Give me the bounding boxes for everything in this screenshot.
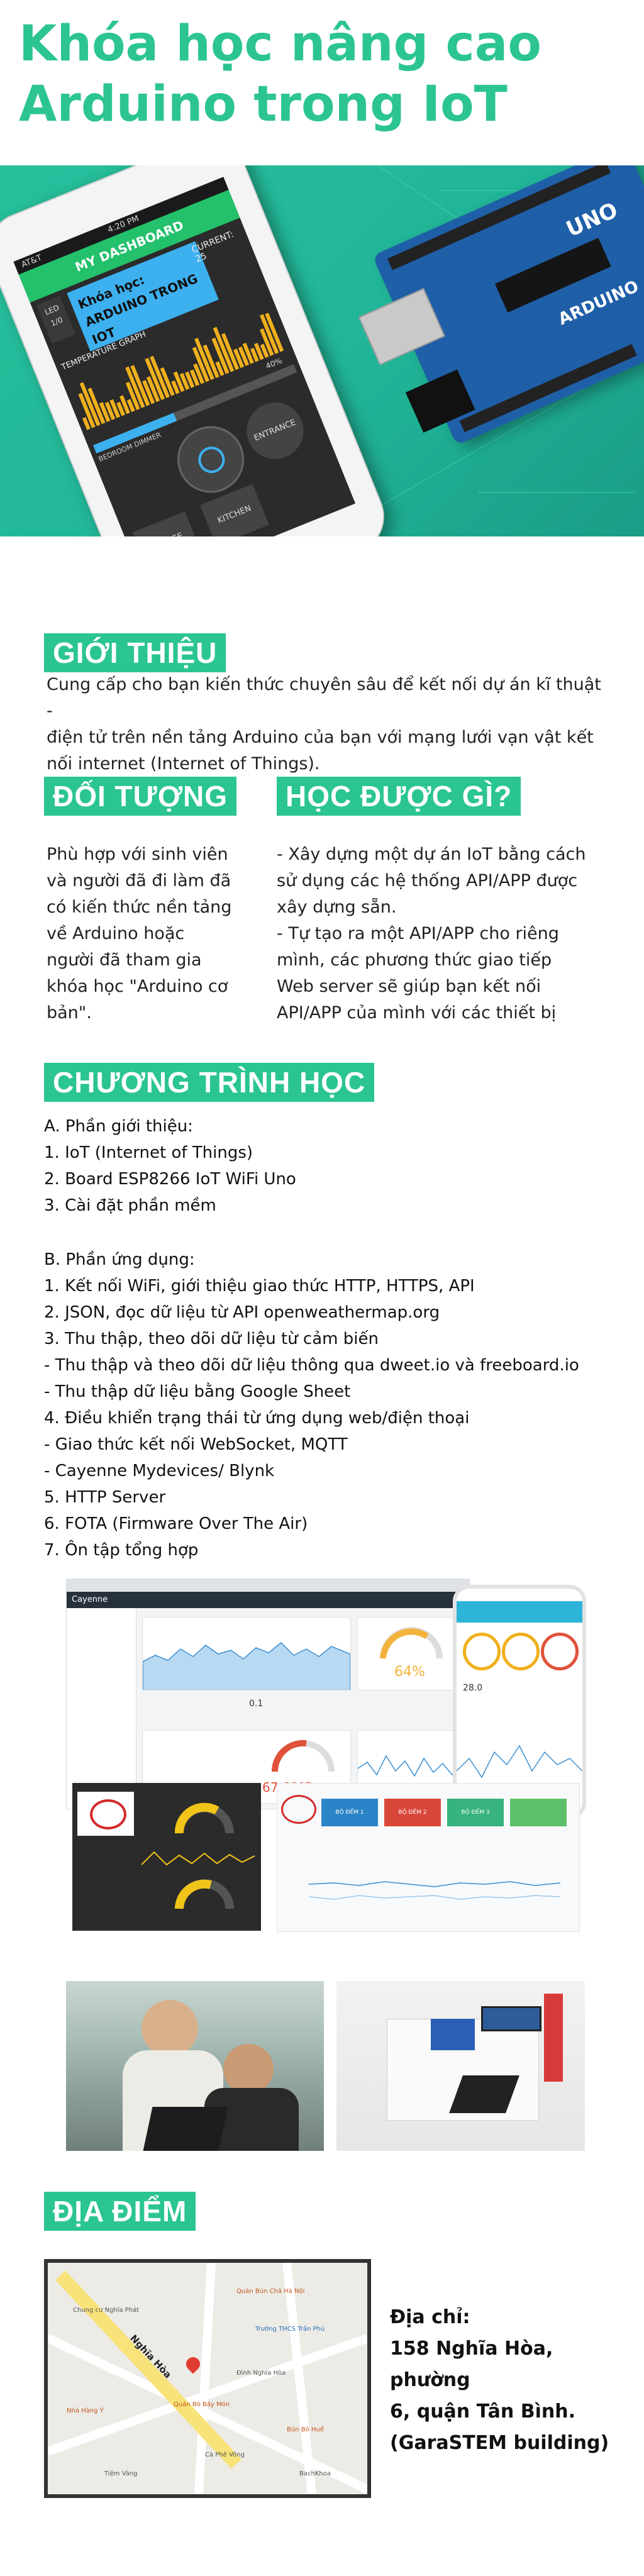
counters-dashboard-image: BỘ ĐẾM 1 BỘ ĐẾM 2 BỘ ĐẾM 3 [277,1783,580,1932]
program-a-line-1: A. Phần giới thiệu: [44,1117,193,1136]
hardware-photo [336,1981,585,2151]
outcomes-line-7: API/APP của mình với các thiết bị [277,1003,557,1023]
program-b-line-9: - Cayenne Mydevices/ Blynk [44,1462,275,1480]
map-label-10: BachKhoa [299,2470,331,2477]
address-line-3: 6, quận Tân Bình. [390,2401,575,2423]
program-part-a: A. Phần giới thiệu: 1. IoT (Internet of … [44,1113,635,1219]
program-a-line-2: 1. IoT (Internet of Things) [44,1143,253,1162]
mobile-gauge-1 [463,1633,501,1670]
program-b-line-6: - Thu thập dữ liệu bằng Google Sheet [44,1382,351,1401]
audience-line-7: bản". [47,1003,92,1023]
program-a-line-4: 3. Cài đặt phần mềm [44,1196,216,1215]
lcd-module [481,2006,541,2031]
outcomes-line-6: Web server sẽ giúp bạn kết nối [277,977,541,996]
map-label-2: Trường THCS Trần Phú [255,2326,325,2333]
outcomes-line-2: sử dụng các hệ thống API/APP được [277,871,578,891]
outcomes-line-3: xây dựng sẵn. [277,897,397,917]
board-model: UNO [562,197,622,243]
map-label-9: Tiệm Vàng [104,2470,138,2477]
map-label-5: Quán Bò Bảy Món [174,2401,230,2408]
audience-text: Phù hợp với sinh viên và người đã đi làm… [47,841,254,1026]
program-a-line-3: 2. Board ESP8266 IoT WiFi Uno [44,1170,296,1189]
address-line-2: 158 Nghĩa Hòa, phường [390,2338,553,2391]
outcomes-line-5: mình, các phương thức giao tiếp [277,950,552,970]
program-b-line-10: 5. HTTP Server [44,1488,166,1507]
audience-heading: ĐỐI TƯỢNG [44,777,237,816]
program-b-line-8: - Giao thức kết nối WebSocket, MQTT [44,1435,348,1454]
program-b-line-5: - Thu thập và theo dõi dữ liệu thông qua… [44,1356,579,1375]
map-label-6: Nhà Hàng Ý [67,2407,104,2414]
intro-text: Cung cấp cho bạn kiến thức chuyên sâu để… [47,672,613,777]
graph-percent: 40% [264,356,284,371]
freeboard-gauges [142,1802,255,1909]
address-line-4: (GaraSTEM building) [390,2432,609,2454]
counter-2: BỘ ĐẾM 2 [384,1799,441,1826]
rfid-module [431,2019,475,2050]
cayenne-dashboard-image: Cayenne 64% 0.1 67.68°F [66,1579,470,1809]
student-head-1 [142,2000,198,2057]
outcomes-text: - Xây dựng một dự án IoT bằng cách sử dụ… [277,841,629,1026]
outcomes-line-1: - Xây dựng một dự án IoT bằng cách [277,845,586,864]
cayenne-brand: Cayenne [67,1592,469,1608]
program-b-line-1: B. Phần ứng dụng: [44,1250,195,1269]
audience-line-3: có kiến thức nền tảng [47,897,232,917]
intro-heading: GIỚI THIỆU [44,633,226,672]
audience-line-6: khóa học "Arduino cơ [47,977,228,996]
program-b-line-4: 3. Thu thập, theo dõi dữ liệu từ cảm biế… [44,1330,379,1348]
students-photo [66,1981,324,2151]
board-stand [544,1994,563,2082]
counter-toggle [510,1799,567,1826]
outcomes-heading: HỌC ĐƯỢC GÌ? [277,777,521,816]
mobile-gauge-2 [502,1633,540,1670]
page-title-line-2: Arduino trong IoT [19,76,508,133]
map-label-4: Đình Nghĩa Hòa [236,2370,286,2377]
laptop [143,2107,228,2151]
cayenne-gauge-value: 64% [394,1664,425,1680]
program-b-line-12: 7. Ôn tập tổng hợp [44,1541,199,1560]
hero-banner: AT&T 4:20 PM MY DASHBOARD LED 1/0 Khóa h… [0,165,644,536]
program-b-line-3: 2. JSON, đọc dữ liệu từ API openweatherm… [44,1303,440,1322]
garage-button[interactable]: GARAGE [132,511,202,536]
audience-line-1: Phù hợp với sinh viên [47,845,228,864]
cayenne-gauge-card: 64% [357,1617,462,1690]
entrance-button[interactable]: ENTRANCE [238,394,313,468]
map-label-8: Cà Phê Võng [205,2451,245,2458]
map-label-7: Bún Bò Huế [287,2426,324,2433]
student-head-2 [223,2044,274,2094]
page-title-line-1: Khóa học nâng cao [19,16,541,72]
cayenne-chart-1 [142,1617,351,1690]
intro-line-1: Cung cấp cho bạn kiến thức chuyên sâu để… [47,675,601,721]
page-title: Khóa học nâng cao Arduino trong IoT [19,14,635,135]
location-map[interactable]: Nghĩa Hòa Quán Bún Chả Hà Nội Trường THC… [44,2259,371,2498]
program-part-b: B. Phần ứng dụng: 1. Kết nối WiFi, giới … [44,1246,635,1563]
mobile-gauge-3 [541,1633,579,1670]
mobile-app-header [457,1601,582,1623]
cayenne-sidebar [67,1608,136,1809]
intro-line-2: điện tử trên nền tảng Arduino của bạn vớ… [47,728,594,747]
map-label-1: Quán Bún Chả Hà Nội [236,2288,305,2295]
mobile-value: 28.0 [463,1683,483,1693]
address-line-1: Địa chỉ: [390,2306,470,2328]
intro-line-3: nối internet (Internet of Things). [47,754,320,774]
audience-line-2: và người đã đi làm đã [47,871,231,891]
address-block: Địa chỉ: 158 Nghĩa Hòa, phường 6, quận T… [390,2302,635,2459]
counters-chart [309,1881,561,1900]
outcomes-line-4: - Tự tạo ra một API/APP cho riêng [277,924,559,943]
map-roads [48,2263,367,2494]
program-b-line-11: 6. FOTA (Firmware Over The Air) [44,1514,308,1533]
program-b-line-7: 4. Điều khiển trạng thái từ ứng dụng web… [44,1409,470,1428]
garastem-logo [77,1792,134,1836]
cayenne-ui-value: 0.1 [249,1699,264,1709]
program-heading: CHƯƠNG TRÌNH HỌC [44,1063,375,1102]
counter-1: BỘ ĐẾM 1 [321,1799,378,1826]
map-label-3: Chung cư Nghĩa Phát [73,2307,140,2314]
audience-line-5: người đã tham gia [47,950,202,970]
counters-logo [281,1795,316,1824]
freeboard-image [72,1783,261,1931]
audience-line-4: về Arduino hoặc [47,924,185,943]
location-heading: ĐỊA ĐIỂM [44,2192,196,2231]
counter-3: BỘ ĐẾM 3 [447,1799,504,1826]
program-b-line-2: 1. Kết nối WiFi, giới thiệu giao thức HT… [44,1277,475,1296]
